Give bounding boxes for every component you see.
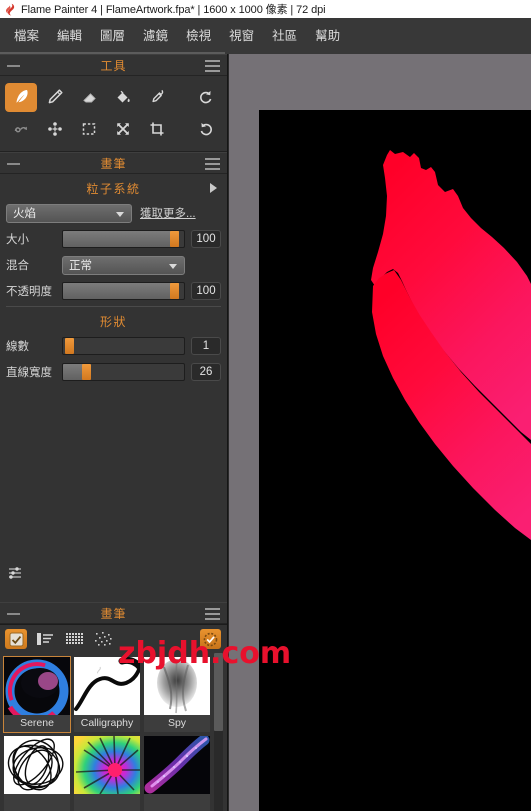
collapse-icon[interactable] [7,613,20,615]
menu-item-view[interactable]: 檢視 [177,18,220,54]
panel-menu-icon[interactable] [205,608,220,620]
size-row: 大小 100 [0,228,227,250]
menu-item-community[interactable]: 社區 [263,18,306,54]
library-scrollbar[interactable] [214,653,223,811]
line-width-value[interactable]: 26 [191,363,221,381]
brush-panel-filler [0,387,227,602]
brush-card-scribble[interactable] [4,736,70,811]
crop-icon[interactable] [141,115,173,144]
library-panel-title: 畫筆 [100,606,127,621]
left-dock: 工具 畫筆 粒子系統 火焰 獲取更多... 大小 100 混合 正常 不透明度 … [0,54,228,811]
watermark-text: zbjdh.com [118,636,292,671]
redo-curve-icon[interactable] [5,115,37,144]
library-panel-header[interactable]: 畫筆 [0,602,227,624]
collapse-icon[interactable] [7,65,20,67]
collapse-icon[interactable] [7,163,20,165]
brush-name [144,794,210,811]
blend-mode-select[interactable]: 正常 [62,255,185,275]
scribble-thumb [4,736,70,794]
checkbox-checked-icon[interactable] [5,629,27,649]
brush-card-purple-particles[interactable] [144,736,210,811]
size-value[interactable]: 100 [191,230,221,248]
undo-rotate-icon[interactable] [190,83,222,112]
paint-bucket-icon[interactable] [107,83,139,112]
brush-panel-header[interactable]: 畫筆 [0,152,227,174]
triangle-right-icon[interactable] [210,183,217,193]
move-transform-icon[interactable] [107,115,139,144]
app-window: Flame Painter 4 | FlameArtwork.fpa* | 16… [0,0,531,811]
blend-row: 混合 正常 [0,254,227,276]
tools-grid [0,76,227,152]
sliders-icon[interactable] [8,566,24,580]
chevron-down-icon [116,211,124,217]
lines-slider[interactable] [62,337,185,355]
serene-thumb [4,657,70,715]
brush-name: Spy [144,715,210,732]
scatter-dots-icon[interactable] [92,629,114,649]
rainbow-spiral-thumb [74,736,140,794]
menu-item-window[interactable]: 視窗 [220,18,263,54]
node-edit-icon[interactable] [39,115,71,144]
line-width-label: 直線寬度 [6,367,52,379]
opacity-row: 不透明度 100 [0,280,227,302]
chevron-down-icon [169,263,177,269]
flame-logo-icon [4,3,17,16]
brush-card-serene[interactable]: Serene [3,656,71,733]
purple-particles-thumb [144,736,210,794]
brush-name [4,794,70,811]
brush-name: Serene [4,715,70,732]
brush-grid: Serene Calligraphy Spy [0,653,227,811]
brush-name [74,794,140,811]
menu-bar: 檔案 編輯 圖層 濾鏡 檢視 視窗 社區 幫助 [0,18,531,54]
panel-menu-icon[interactable] [205,60,220,72]
title-text: Flame Painter 4 | FlameArtwork.fpa* | 16… [21,4,326,16]
brush-name: Calligraphy [74,715,140,732]
brush-card-rainbow-spiral[interactable] [74,736,140,811]
size-label: 大小 [6,234,29,246]
tools-row-1 [4,81,223,113]
brush-settings-panel: 粒子系統 火焰 獲取更多... 大小 100 混合 正常 不透明度 100 形狀… [0,174,227,387]
marquee-select-icon[interactable] [73,115,105,144]
opacity-slider[interactable] [62,282,185,300]
line-width-slider[interactable] [62,363,185,381]
blend-label: 混合 [6,260,29,272]
tools-row-2 [4,113,223,145]
pencil-icon[interactable] [39,83,71,112]
menu-item-file[interactable]: 檔案 [5,18,48,54]
brush-panel-title: 畫筆 [100,156,127,171]
opacity-label: 不透明度 [6,286,52,298]
get-more-link[interactable]: 獲取更多... [140,205,196,221]
canvas-area[interactable] [229,54,531,811]
eraser-icon[interactable] [73,83,105,112]
line-width-row: 直線寬度 26 [0,361,227,383]
eyedropper-icon[interactable] [141,83,173,112]
lines-value[interactable]: 1 [191,337,221,355]
flame-artwork [259,110,531,811]
shape-label: 形狀 [99,314,127,329]
grid-view-icon[interactable] [63,629,85,649]
brush-preset-select[interactable]: 火焰 [6,203,132,223]
tools-panel-title: 工具 [100,58,127,73]
opacity-value[interactable]: 100 [191,282,221,300]
particle-system-label: 粒子系統 [86,181,141,196]
canvas[interactable] [259,110,531,811]
tools-panel-header[interactable]: 工具 [0,54,227,76]
preset-row: 火焰 獲取更多... [0,202,227,224]
panel-menu-icon[interactable] [205,158,220,170]
list-view-icon[interactable] [34,629,56,649]
menu-item-filter[interactable]: 濾鏡 [134,18,177,54]
particle-system-section[interactable]: 粒子系統 [0,174,227,202]
menu-item-edit[interactable]: 編輯 [48,18,91,54]
title-bar: Flame Painter 4 | FlameArtwork.fpa* | 16… [0,0,531,18]
blend-mode-value: 正常 [69,260,92,272]
lines-label: 線數 [6,341,29,353]
feather-brush-icon[interactable] [5,82,37,112]
menu-item-help[interactable]: 幫助 [306,18,349,54]
menu-item-layer[interactable]: 圖層 [91,18,134,54]
lines-row: 線數 1 [0,335,227,357]
redo-rotate-icon[interactable] [190,115,222,144]
size-slider[interactable] [62,230,185,248]
shape-section: 形狀 [0,307,227,335]
brush-preset-value: 火焰 [13,208,36,220]
